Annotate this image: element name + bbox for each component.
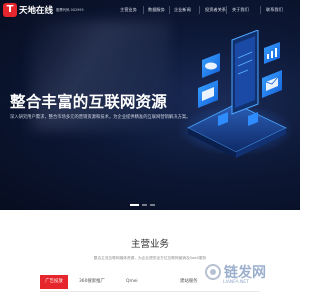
top-nav: T 天地在线 股票代码 002995 主营业务 数据服务 企业新闻 投资者关系 … <box>0 0 300 20</box>
section-subtitle: 整合主流互联网媒体资源，为企业提供全方位互联网营销及SaaS服务 <box>93 256 207 260</box>
tab-site-building[interactable]: 建站服务 <box>180 275 198 289</box>
slider-dot[interactable] <box>150 204 155 206</box>
watermark-subtext: LIANFA.NET <box>223 280 249 285</box>
nav-item-about[interactable]: 关于我们 <box>232 4 249 16</box>
nav-item-data[interactable]: 数据服务 <box>148 4 165 16</box>
nav-divider <box>260 6 261 14</box>
nav-item-investors[interactable]: 投资者关系 <box>205 4 226 16</box>
brand-stock-code: 股票代码 002995 <box>56 8 84 12</box>
nav-item-contact[interactable]: 联系我们 <box>266 4 283 16</box>
watermark-text: 链发网 <box>224 265 266 281</box>
tab-qmei[interactable]: Qmei <box>126 275 138 289</box>
nav-item-news[interactable]: 企业新闻 <box>174 4 191 16</box>
section-title: 主营业务 <box>130 239 169 250</box>
tab-360-search[interactable]: 360搜索推广 <box>79 275 105 289</box>
watermark-logo-icon <box>205 264 221 280</box>
watermark: 链发网 <box>205 262 266 282</box>
hero-banner: T 天地在线 股票代码 002995 主营业务 数据服务 企业新闻 投资者关系 … <box>0 0 300 210</box>
hero-title: 整合丰富的互联网资源 <box>10 93 168 111</box>
brand-name: 天地在线 <box>19 6 54 16</box>
slider-dot[interactable] <box>130 204 139 206</box>
tab-ad-placement[interactable]: 广告投放 <box>40 275 68 289</box>
nav-divider <box>143 6 144 14</box>
slider-dots <box>130 204 158 206</box>
hero-description: 深入研究用户需求，整合市场多元的营销资源和技术，为企业提供精准的互联网营销解决方… <box>10 115 191 120</box>
mail-icon <box>262 70 282 98</box>
brand-logo[interactable]: T 天地在线 股票代码 002995 <box>3 3 84 17</box>
nav-divider <box>226 6 227 14</box>
tab-underline <box>40 291 260 292</box>
nav-divider <box>169 6 170 14</box>
chart-icon <box>264 42 280 64</box>
slider-dot[interactable] <box>142 204 147 206</box>
phone-icon <box>231 30 259 115</box>
nav-divider <box>199 6 200 14</box>
hero-illustration <box>178 30 294 158</box>
brand-mark-icon: T <box>3 3 17 17</box>
folder-icon <box>198 80 218 108</box>
cloud-icon <box>202 53 220 78</box>
nav-item-business[interactable]: 主营业务 <box>120 4 137 16</box>
